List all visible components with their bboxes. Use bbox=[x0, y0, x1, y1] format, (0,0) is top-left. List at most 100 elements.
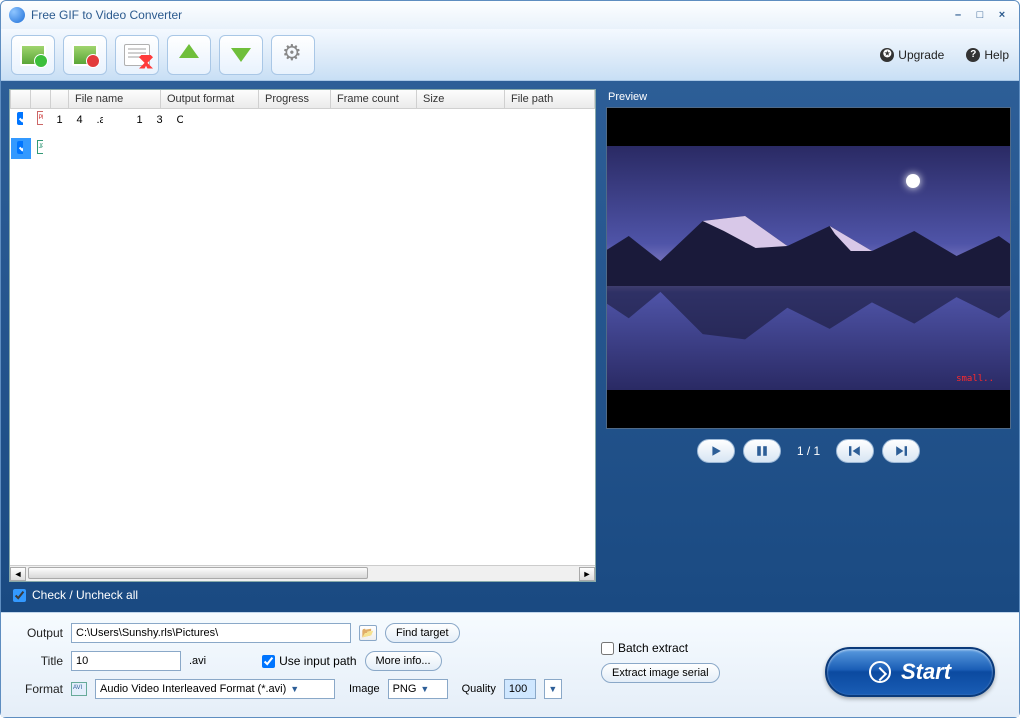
help-label: Help bbox=[984, 48, 1009, 62]
cell-progress bbox=[111, 118, 123, 122]
row-number: 1 bbox=[51, 112, 63, 128]
preview-title: Preview bbox=[606, 89, 1011, 107]
check-all-checkbox[interactable] bbox=[13, 589, 26, 602]
image-label: Image bbox=[349, 683, 380, 695]
batch-extract-checkbox[interactable] bbox=[601, 642, 614, 655]
chevron-down-icon: ▼ bbox=[548, 684, 557, 694]
scroll-right-arrow[interactable]: ► bbox=[579, 567, 595, 581]
upgrade-link[interactable]: ✪ Upgrade bbox=[880, 48, 944, 62]
browse-output-button[interactable] bbox=[359, 625, 377, 641]
bottom-panel: Output Find target Title .avi Use input … bbox=[1, 612, 1019, 717]
title-ext: .avi bbox=[189, 655, 206, 667]
output-path-input[interactable] bbox=[71, 623, 351, 643]
check-all-label: Check / Uncheck all bbox=[32, 588, 138, 602]
file-list: File name Output format Progress Frame c… bbox=[9, 89, 596, 582]
col-size[interactable]: Size bbox=[417, 90, 505, 109]
cell-size: 1920 x 1200 bbox=[151, 141, 163, 157]
cell-filepath: C:\Users\S bbox=[171, 141, 183, 157]
add-icon bbox=[20, 44, 46, 66]
use-input-path-label: Use input path bbox=[279, 654, 356, 668]
cell-outputformat: .avi bbox=[91, 112, 103, 128]
check-all[interactable]: Check / Uncheck all bbox=[9, 582, 596, 604]
image-format-select[interactable]: PNG▼ bbox=[388, 679, 448, 699]
row-number: 2 bbox=[51, 141, 63, 157]
app-title: Free GIF to Video Converter bbox=[31, 8, 182, 22]
remove-file-button[interactable] bbox=[63, 35, 107, 75]
file-panel: File name Output format Progress Frame c… bbox=[9, 89, 596, 604]
clear-list-button[interactable] bbox=[115, 35, 159, 75]
col-filename[interactable]: File name bbox=[69, 90, 161, 109]
use-input-path[interactable]: Use input path bbox=[262, 654, 356, 668]
format-icon bbox=[71, 682, 87, 696]
cell-filename: 46-1.png bbox=[71, 112, 83, 128]
row-checkbox[interactable] bbox=[17, 141, 23, 154]
preview-image bbox=[607, 146, 1010, 390]
frame-counter: 1 / 1 bbox=[789, 444, 828, 458]
quality-input[interactable] bbox=[504, 679, 536, 699]
next-frame-button[interactable] bbox=[882, 439, 920, 463]
cell-outputformat: .avi bbox=[91, 141, 103, 157]
cell-filename: 10.jpg bbox=[71, 141, 83, 157]
play-button[interactable] bbox=[697, 439, 735, 463]
upgrade-icon: ✪ bbox=[880, 48, 894, 62]
remove-icon bbox=[72, 44, 98, 66]
find-target-button[interactable]: Find target bbox=[385, 623, 460, 643]
scroll-left-arrow[interactable]: ◄ bbox=[10, 567, 26, 581]
image-format-value: PNG bbox=[393, 683, 417, 695]
format-label: Format bbox=[13, 682, 63, 696]
table-row[interactable]: 210.jpg.avi11920 x 1200C:\Users\S bbox=[11, 138, 31, 159]
cell-framecount: 1 bbox=[131, 141, 143, 157]
file-type-icon bbox=[37, 140, 43, 154]
horizontal-scrollbar[interactable]: ◄ ► bbox=[10, 565, 595, 581]
quality-dropdown[interactable]: ▼ bbox=[544, 679, 562, 699]
move-down-button[interactable] bbox=[219, 35, 263, 75]
start-icon bbox=[869, 661, 891, 683]
format-value: Audio Video Interleaved Format (*.avi) bbox=[100, 683, 286, 695]
help-link[interactable]: ?Help bbox=[966, 48, 1009, 62]
pause-button[interactable] bbox=[743, 439, 781, 463]
extract-image-serial-button[interactable]: Extract image serial bbox=[601, 663, 720, 683]
row-checkbox[interactable] bbox=[17, 112, 23, 125]
file-table: File name Output format Progress Frame c… bbox=[10, 90, 595, 167]
title-bar: Free GIF to Video Converter – □ × bbox=[1, 1, 1019, 29]
scroll-thumb[interactable] bbox=[28, 567, 368, 579]
batch-extract[interactable]: Batch extract bbox=[601, 641, 720, 655]
maximize-button[interactable]: □ bbox=[971, 8, 989, 22]
cell-progress bbox=[111, 147, 123, 151]
col-outputformat[interactable]: Output format bbox=[161, 90, 259, 109]
play-controls: 1 / 1 bbox=[606, 429, 1011, 467]
gear-icon bbox=[280, 44, 306, 66]
table-row[interactable]: 146-1.png.avi132 x 32C:\Users\S bbox=[11, 109, 31, 130]
cell-filepath: C:\Users\S bbox=[171, 112, 183, 128]
prev-frame-button[interactable] bbox=[836, 439, 874, 463]
preview-box: small.. bbox=[606, 107, 1011, 429]
clear-icon bbox=[124, 44, 150, 66]
more-info-button[interactable]: More info... bbox=[365, 651, 442, 671]
start-button[interactable]: Start bbox=[825, 647, 995, 697]
col-framecount[interactable]: Frame count bbox=[331, 90, 417, 109]
minimize-button[interactable]: – bbox=[949, 8, 967, 22]
batch-extract-label: Batch extract bbox=[618, 641, 688, 655]
col-progress[interactable]: Progress bbox=[259, 90, 331, 109]
chevron-down-icon: ▼ bbox=[290, 684, 299, 694]
scroll-track[interactable] bbox=[26, 567, 579, 581]
file-type-icon bbox=[37, 111, 43, 125]
start-label: Start bbox=[901, 659, 951, 685]
cell-framecount: 1 bbox=[131, 112, 143, 128]
add-file-button[interactable] bbox=[11, 35, 55, 75]
move-up-button[interactable] bbox=[167, 35, 211, 75]
cell-size: 32 x 32 bbox=[151, 112, 163, 128]
preview-panel: Preview small.. 1 / 1 bbox=[606, 89, 1011, 604]
settings-button[interactable] bbox=[271, 35, 315, 75]
output-label: Output bbox=[13, 626, 63, 640]
title-input[interactable] bbox=[71, 651, 181, 671]
toolbar: ✪ Upgrade ?Help bbox=[1, 29, 1019, 81]
col-filepath[interactable]: File path bbox=[505, 90, 595, 109]
format-select[interactable]: Audio Video Interleaved Format (*.avi) ▼ bbox=[95, 679, 335, 699]
close-button[interactable]: × bbox=[993, 8, 1011, 22]
upgrade-label: Upgrade bbox=[898, 48, 944, 62]
use-input-path-checkbox[interactable] bbox=[262, 655, 275, 668]
arrow-down-icon bbox=[228, 44, 254, 66]
quality-label: Quality bbox=[462, 683, 496, 695]
preview-watermark: small.. bbox=[956, 374, 994, 384]
